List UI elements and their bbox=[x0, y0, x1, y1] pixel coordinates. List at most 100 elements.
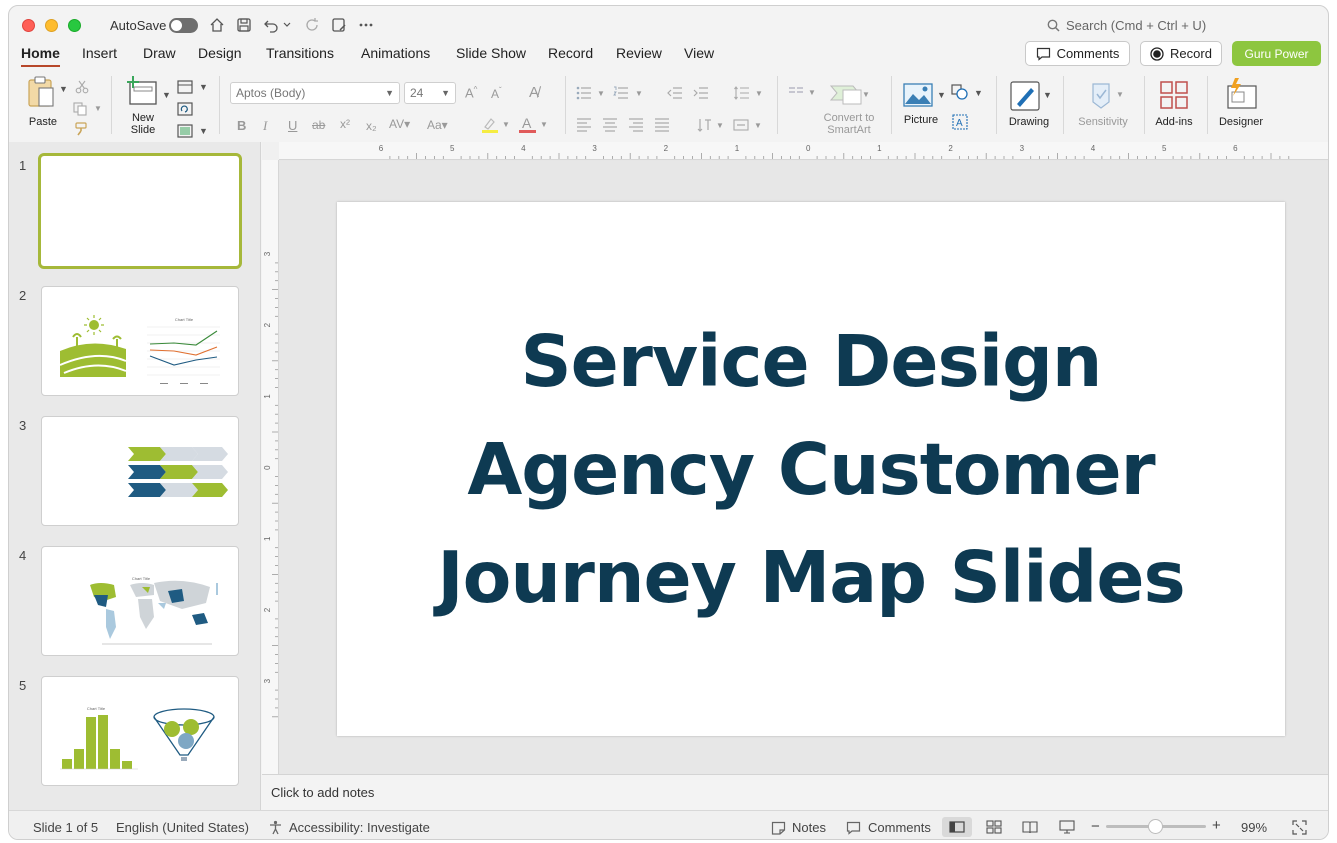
copy-icon[interactable] bbox=[73, 102, 89, 116]
undo-dropdown-icon[interactable] bbox=[282, 15, 292, 35]
numbering-icon[interactable] bbox=[613, 86, 629, 100]
tab-design[interactable]: Design bbox=[198, 45, 242, 65]
accessibility-status[interactable]: Accessibility: Investigate bbox=[289, 820, 430, 835]
change-case-icon[interactable]: Aa▾ bbox=[427, 118, 448, 132]
zoom-level[interactable]: 99% bbox=[1241, 820, 1267, 835]
shapes-dropdown-icon[interactable]: ▼ bbox=[974, 88, 983, 98]
redo-icon[interactable] bbox=[302, 15, 322, 35]
columns-dropdown-icon[interactable]: ▼ bbox=[808, 88, 816, 97]
picture-dropdown-icon[interactable]: ▼ bbox=[937, 90, 946, 100]
minimize-window-button[interactable] bbox=[45, 19, 58, 32]
comments-icon[interactable] bbox=[846, 821, 861, 835]
save-as-icon[interactable] bbox=[329, 15, 349, 35]
reading-view-button[interactable] bbox=[1015, 817, 1045, 837]
character-spacing-icon[interactable]: AV▾ bbox=[389, 117, 410, 131]
font-color-dropdown-icon[interactable]: ▼ bbox=[540, 120, 548, 129]
underline-icon[interactable]: U bbox=[288, 118, 297, 133]
align-text-dropdown-icon[interactable]: ▼ bbox=[754, 121, 762, 130]
tab-insert[interactable]: Insert bbox=[82, 45, 117, 65]
format-painter-icon[interactable] bbox=[73, 122, 89, 136]
bullets-icon[interactable] bbox=[576, 86, 592, 100]
increase-indent-icon[interactable] bbox=[693, 86, 709, 100]
tab-slide-show[interactable]: Slide Show bbox=[456, 45, 526, 65]
tab-view[interactable]: View bbox=[684, 45, 714, 65]
slide-thumbnail-panel[interactable]: 1 2 Chart Title 3 4 Chart Title 5 Chart … bbox=[9, 142, 261, 810]
decrease-indent-icon[interactable] bbox=[667, 86, 683, 100]
save-icon[interactable] bbox=[234, 15, 254, 35]
fit-to-window-icon[interactable] bbox=[1292, 820, 1307, 835]
record-button[interactable]: Record bbox=[1140, 41, 1222, 66]
layout-icon[interactable] bbox=[177, 80, 193, 94]
columns-icon[interactable] bbox=[788, 86, 804, 98]
font-name-select[interactable]: Aptos (Body) ▼ bbox=[230, 82, 400, 104]
zoom-in-icon[interactable]: + bbox=[1212, 817, 1221, 834]
close-window-button[interactable] bbox=[22, 19, 35, 32]
addins-button[interactable]: Add-ins bbox=[1151, 80, 1197, 134]
notes-icon[interactable] bbox=[771, 821, 786, 835]
tab-transitions[interactable]: Transitions bbox=[266, 45, 334, 65]
font-color-icon[interactable]: A bbox=[519, 115, 539, 135]
tab-review[interactable]: Review bbox=[616, 45, 662, 65]
slide-thumbnail-3[interactable] bbox=[41, 416, 239, 526]
tab-animations[interactable]: Animations bbox=[361, 45, 430, 65]
smartart-dropdown-icon[interactable]: ▼ bbox=[862, 90, 870, 99]
numbering-dropdown-icon[interactable]: ▼ bbox=[635, 89, 643, 98]
align-right-icon[interactable] bbox=[628, 118, 644, 132]
drawing-dropdown-icon[interactable]: ▼ bbox=[1043, 90, 1052, 100]
new-slide-dropdown-icon[interactable]: ▼ bbox=[162, 90, 171, 100]
tab-draw[interactable]: Draw bbox=[143, 45, 176, 65]
guru-power-button[interactable]: Guru Power bbox=[1232, 41, 1321, 66]
bold-icon[interactable]: B bbox=[237, 118, 246, 133]
justify-icon[interactable] bbox=[654, 118, 670, 132]
tab-home[interactable]: Home bbox=[21, 45, 60, 67]
slide-sorter-view-button[interactable] bbox=[979, 817, 1009, 837]
comments-button[interactable]: Comments bbox=[1025, 41, 1130, 66]
section-dropdown-icon[interactable]: ▼ bbox=[199, 126, 208, 136]
strikethrough-icon[interactable]: ab bbox=[312, 118, 325, 132]
slide-title[interactable]: Service Design Agency Customer Journey M… bbox=[337, 308, 1285, 632]
subscript-icon[interactable]: x₂ bbox=[366, 119, 377, 133]
current-slide[interactable]: Service Design Agency Customer Journey M… bbox=[337, 202, 1285, 736]
cut-icon[interactable] bbox=[75, 80, 89, 94]
zoom-window-button[interactable] bbox=[68, 19, 81, 32]
language-indicator[interactable]: English (United States) bbox=[116, 820, 249, 835]
align-left-icon[interactable] bbox=[576, 118, 592, 132]
sensitivity-button[interactable]: Sensitivity bbox=[1073, 80, 1133, 134]
italic-icon[interactable]: I bbox=[263, 118, 267, 134]
slide-thumbnail-2[interactable]: Chart Title bbox=[41, 286, 239, 396]
horizontal-ruler[interactable]: 6 5 4 3 2 1 0 1 2 3 4 5 6 bbox=[279, 142, 1328, 160]
more-options-icon[interactable] bbox=[356, 15, 376, 35]
line-spacing-dropdown-icon[interactable]: ▼ bbox=[755, 89, 763, 98]
decrease-font-icon[interactable]: Aˇ bbox=[491, 86, 502, 101]
convert-smartart-button[interactable]: Convert to SmartArt bbox=[817, 80, 879, 138]
comments-toggle[interactable]: Comments bbox=[868, 820, 931, 835]
normal-view-button[interactable] bbox=[942, 817, 972, 837]
font-size-select[interactable]: 24 ▼ bbox=[404, 82, 456, 104]
text-direction-dropdown-icon[interactable]: ▼ bbox=[716, 121, 724, 130]
bullets-dropdown-icon[interactable]: ▼ bbox=[597, 89, 605, 98]
vertical-ruler[interactable]: 3 2 1 0 1 2 3 bbox=[262, 160, 279, 774]
autosave-toggle[interactable] bbox=[169, 18, 198, 33]
align-center-icon[interactable] bbox=[602, 118, 618, 132]
slideshow-view-button[interactable] bbox=[1052, 817, 1082, 837]
tab-record[interactable]: Record bbox=[548, 45, 593, 65]
text-box-icon[interactable]: A bbox=[952, 114, 968, 130]
superscript-icon[interactable]: x² bbox=[340, 117, 350, 131]
new-slide-button[interactable]: New Slide bbox=[123, 74, 173, 136]
slide-thumbnail-5[interactable]: Chart Title bbox=[41, 676, 239, 786]
shapes-icon[interactable] bbox=[951, 84, 969, 100]
text-direction-icon[interactable] bbox=[696, 118, 712, 132]
align-text-icon[interactable] bbox=[733, 118, 749, 132]
line-spacing-icon[interactable] bbox=[734, 86, 750, 100]
zoom-out-icon[interactable]: − bbox=[1091, 818, 1100, 835]
section-icon[interactable] bbox=[177, 124, 193, 138]
undo-icon[interactable] bbox=[261, 15, 281, 35]
sensitivity-dropdown-icon[interactable]: ▼ bbox=[1116, 90, 1124, 99]
slide-thumbnail-1[interactable] bbox=[38, 153, 242, 269]
notes-pane[interactable]: Click to add notes bbox=[262, 774, 1328, 810]
designer-button[interactable]: Designer bbox=[1215, 78, 1267, 134]
paste-button[interactable]: Paste bbox=[23, 76, 63, 132]
zoom-slider-thumb[interactable] bbox=[1148, 819, 1163, 834]
accessibility-icon[interactable] bbox=[268, 820, 283, 835]
reset-slide-icon[interactable] bbox=[177, 102, 193, 116]
